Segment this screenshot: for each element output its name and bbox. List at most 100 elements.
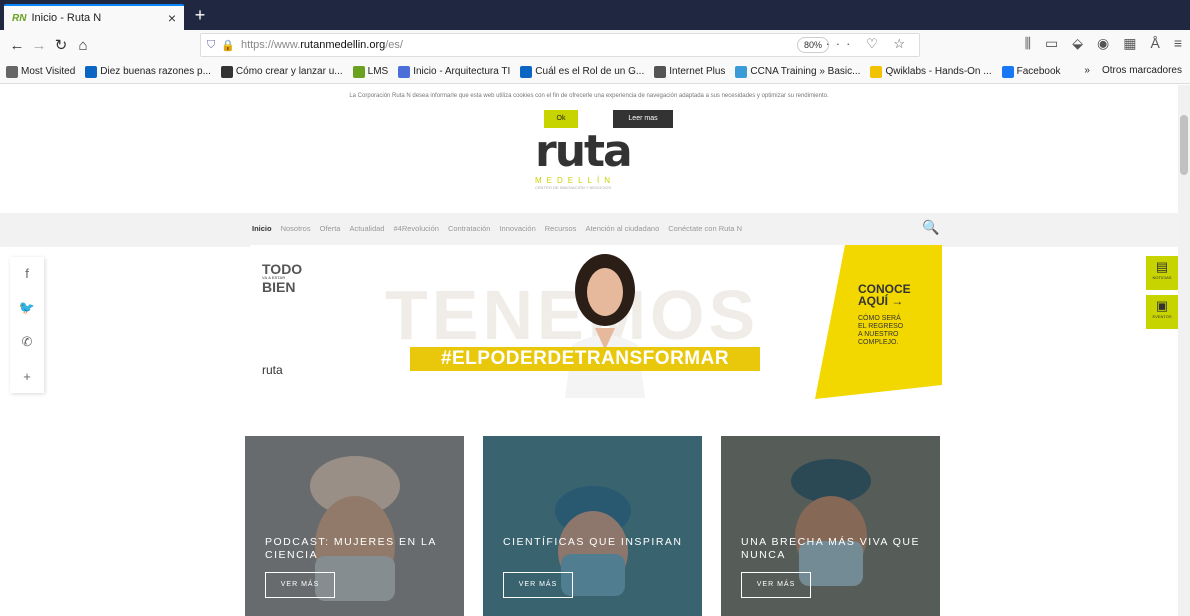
bookmark-item[interactable]: Internet Plus [654,65,726,78]
extension-ghost-icon[interactable]: ◉ [1097,35,1109,52]
navigation-toolbar: ← → ↻ ⌂ ⛉ 🔒 https://www. rutanmedellin.or… [0,30,1190,60]
bookmark-label: Cómo crear y lanzar u... [235,66,343,77]
bookmark-item[interactable]: Diez buenas razones p... [85,65,211,78]
conoce-sub-line: CÓMO SERÁ [858,315,901,322]
logo-word: ruta [535,126,633,177]
bookmark-item[interactable]: Inicio - Arquitectura TI [398,65,511,78]
bookmarks-overflow: » Otros marcadores [1084,65,1182,76]
close-tab-icon[interactable]: × [168,10,176,26]
home-button[interactable]: ⌂ [72,34,94,56]
menu-item[interactable]: #4Revolución [393,224,438,233]
other-bookmarks-folder[interactable]: Otros marcadores [1102,65,1182,76]
calendar-icon: ▣ [1155,298,1169,313]
scrollbar-thumb[interactable] [1180,115,1188,175]
reload-button[interactable]: ↻ [50,34,72,56]
hamburger-menu-icon[interactable]: ≡ [1174,35,1182,52]
search-icon[interactable]: 🔍 [922,219,939,236]
news-card[interactable]: CIENTÍFICAS QUE INSPIRAN VER MÁS [483,436,702,616]
conoce-aqui-link[interactable]: CONOCE AQUÍ → [858,283,911,307]
bookmark-star-icon[interactable]: ☆ [893,36,911,51]
bookmark-favicon-icon [220,65,233,78]
bookmarks-chevron-icon[interactable]: » [1084,65,1090,76]
ver-mas-button[interactable]: VER MÁS [265,572,335,598]
library-icon[interactable]: ⫼ [1025,35,1031,52]
url-prefix: https://www. [240,39,301,51]
logo-subtitle: CENTRO DE INNOVACIÓN Y NEGOCIOS [535,185,612,190]
cookie-notice: La Corporación Ruta N desea informarle q… [349,93,829,99]
bookmarks-toolbar: Most Visited Diez buenas razones p... Cómo… [0,60,1190,84]
hero-banner[interactable]: TODO VA A ESTAR BIEN TENEMOS #ELPODERDET… [250,245,942,399]
web-page: La Corporación Ruta N desea informarle q… [0,85,1178,616]
tab-title: Inicio - Ruta N [31,12,102,24]
menu-item[interactable]: Contratación [448,224,491,233]
social-share-bar: f 🐦 ✆ + [10,257,44,393]
bookmark-item[interactable]: Most Visited [6,65,76,78]
ruta-n-logo[interactable]: ruta MEDELLÍN CENTRO DE INNOVACIÓN Y NEG… [535,130,655,195]
extension-grid-icon[interactable]: ▦ [1123,35,1136,52]
back-button[interactable]: ← [6,34,28,56]
bookmark-label: LMS [367,66,389,77]
bookmark-favicon-icon [870,65,883,78]
news-widget[interactable]: ▤ NOTICIAS [1146,256,1178,290]
sidebar-icon[interactable]: ▭ [1045,35,1058,52]
menu-item[interactable]: Actualidad [349,224,384,233]
bookmark-favicon-icon [520,65,533,78]
bookmark-favicon-icon [735,65,748,78]
bookmark-favicon-icon [398,65,411,78]
bookmark-item[interactable]: Cómo crear y lanzar u... [220,65,343,78]
tracking-shield-icon[interactable]: ⛉ [207,39,215,52]
bookmark-item[interactable]: Qwiklabs - Hands-On ... [870,65,992,78]
bookmark-item[interactable]: Cuál es el Rol de un G... [520,65,645,78]
bookmark-label: Diez buenas razones p... [100,66,211,77]
whatsapp-icon[interactable]: ✆ [22,334,33,350]
pocket-icon[interactable]: ♡ [866,36,884,51]
bookmark-item[interactable]: CCNA Training » Basic... [735,65,860,78]
new-tab-button[interactable]: + [188,4,212,28]
more-share-icon[interactable]: + [23,369,31,384]
bookmark-label: Cuál es el Rol de un G... [535,66,645,77]
menu-item[interactable]: Recursos [545,224,577,233]
newspaper-icon: ▤ [1155,259,1169,274]
bookmark-favicon-icon [6,65,18,78]
ver-mas-button[interactable]: VER MÁS [503,572,573,598]
menu-item[interactable]: Atención al ciudadano [585,224,659,233]
ver-mas-button[interactable]: VER MÁS [741,572,811,598]
forward-button[interactable]: → [28,34,50,56]
page-scrollbar[interactable] [1178,85,1190,616]
main-menu: Inicio Nosotros Oferta Actualidad #4Revoluci… [0,213,1178,247]
tab-active[interactable]: RN Inicio - Ruta N × [4,4,184,30]
twitter-icon[interactable]: 🐦 [19,300,35,316]
zoom-indicator[interactable]: 80% [796,37,829,53]
bookmark-label: Qwiklabs - Hands-On ... [885,66,992,77]
page-actions-icon[interactable]: ··· [825,36,856,51]
menu-item[interactable]: Innovación [499,224,535,233]
conoce-subtitle: CÓMO SERÁ EL REGRESO A NUESTRO COMPLEJO. [858,315,903,347]
bookmark-item[interactable]: LMS [352,65,389,78]
news-card[interactable]: PODCAST: MUJERES EN LA CIENCIA VER MÁS [245,436,464,616]
card-title: PODCAST: MUJERES EN LA CIENCIA [265,536,437,561]
extension-icon[interactable]: ⬙ [1072,35,1083,52]
bookmark-favicon-icon [85,65,98,78]
woman-portrait [565,254,645,398]
card-title: CIENTÍFICAS QUE INSPIRAN [503,536,683,548]
bookmark-label: Facebook [1016,66,1061,77]
conoce-sub-line: COMPLEJO. [858,339,899,346]
news-card[interactable]: UNA BRECHA MÁS VIVA QUE NUNCA VER MÁS [721,436,940,616]
lock-icon[interactable]: 🔒 [221,39,235,52]
url-bar[interactable]: ⛉ 🔒 https://www. rutanmedellin.org/es/ 80… [200,33,920,57]
bookmark-label: Internet Plus [669,66,726,77]
bookmark-label: Inicio - Arquitectura TI [413,66,511,77]
menu-item[interactable]: Inicio [252,224,272,233]
menu-item[interactable]: Oferta [320,224,341,233]
facebook-icon[interactable]: f [25,266,29,281]
bookmark-label: Most Visited [21,66,76,77]
news-widget-label: NOTICIAS [1152,275,1172,280]
card-title: UNA BRECHA MÁS VIVA QUE NUNCA [741,536,921,561]
menu-item[interactable]: Conéctate con Ruta N [668,224,742,233]
bookmark-favicon-icon [1001,65,1014,78]
bookmark-item[interactable]: Facebook [1001,65,1061,78]
events-widget[interactable]: ▣ EVENTOS [1146,295,1178,329]
bien-text: BIEN [262,279,296,295]
menu-item[interactable]: Nosotros [281,224,311,233]
extension-a-icon[interactable]: Å [1150,35,1159,52]
